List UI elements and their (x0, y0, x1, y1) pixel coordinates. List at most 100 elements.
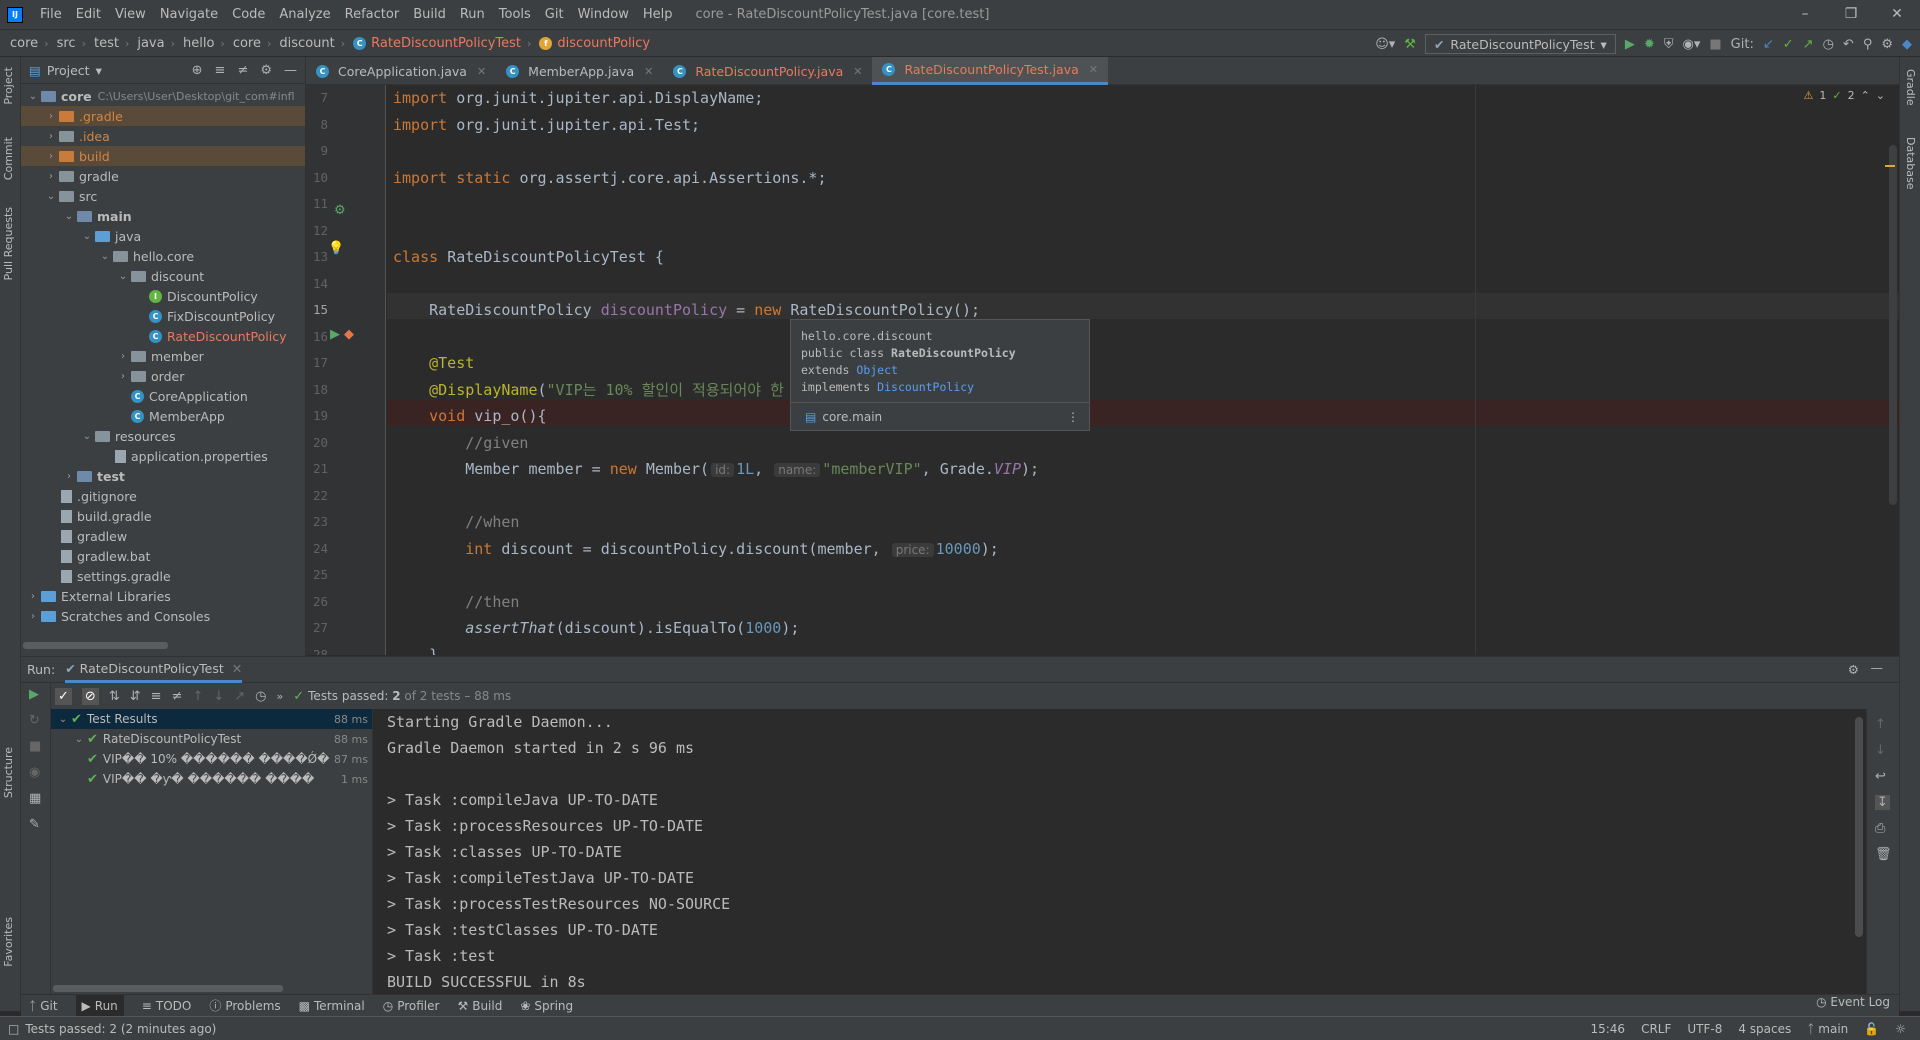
vtab-commit[interactable]: Commit (2, 137, 15, 180)
file-encoding[interactable]: UTF-8 (1687, 1022, 1722, 1036)
expand-all-icon[interactable]: ≡ (151, 689, 162, 704)
jetbrains-toolbox-icon[interactable]: ◆ (1902, 37, 1912, 52)
tree-item[interactable]: ⌄ src (21, 186, 305, 206)
test-tree-item[interactable]: ⌄ ✔ Test Results 88 ms (51, 709, 372, 729)
menu-item-run[interactable]: Run (453, 7, 492, 22)
menu-item-refactor[interactable]: Refactor (338, 7, 407, 22)
more-icon[interactable]: » (277, 690, 284, 703)
pin-icon[interactable]: ✎ (29, 817, 40, 832)
tree-item[interactable]: C FixDiscountPolicy (21, 306, 305, 326)
tree-item[interactable]: ⌄ core C:\Users\User\Desktop\git_com#infl (21, 86, 305, 106)
tree-item[interactable]: › member (21, 346, 305, 366)
coverage-icon[interactable]: ⛨ (1664, 37, 1674, 52)
bottom-tab-spring[interactable]: ❀ Spring (520, 999, 573, 1013)
tree-item[interactable]: › build (21, 146, 305, 166)
breadcrumb-item[interactable]: test › (90, 36, 133, 51)
tree-item[interactable]: C MemberApp (21, 406, 305, 426)
bottom-tab-build[interactable]: ⚒ Build (457, 999, 502, 1013)
menu-item-edit[interactable]: Edit (69, 7, 108, 22)
editor-tab[interactable]: C RateDiscountPolicyTest.java ✕ (872, 57, 1108, 85)
menu-item-code[interactable]: Code (225, 7, 272, 22)
tree-item[interactable]: › gradle (21, 166, 305, 186)
editor-scrollbar[interactable] (1889, 145, 1897, 505)
tree-item[interactable]: ⌄ hello.core (21, 246, 305, 266)
horizontal-scrollbar[interactable] (23, 642, 168, 649)
breadcrumb-item[interactable]: C RateDiscountPolicyTest › (349, 36, 535, 51)
prev-test-icon[interactable]: ↑ (192, 689, 203, 704)
project-panel-title[interactable]: Project (47, 63, 90, 78)
tree-item[interactable]: › order (21, 366, 305, 386)
tree-item[interactable]: ⌄ resources (21, 426, 305, 446)
history-icon[interactable]: ◷ (1823, 37, 1834, 52)
line-separator[interactable]: CRLF (1641, 1022, 1671, 1036)
git-commit-icon[interactable]: ✓ (1783, 37, 1794, 52)
menu-item-view[interactable]: View (108, 7, 153, 22)
chevron-down-icon[interactable]: ⌄ (1876, 89, 1885, 102)
tree-item[interactable]: .gitignore (21, 486, 305, 506)
lock-icon[interactable]: 🔓 (1864, 1022, 1879, 1036)
show-ignored-icon[interactable]: ⊘ (81, 687, 99, 705)
test-method-run-icon[interactable]: ▶ (330, 327, 340, 342)
vtab-structure[interactable]: Structure (2, 747, 15, 798)
menu-item-tools[interactable]: Tools (492, 7, 538, 22)
rerun-icon[interactable]: ▶ (29, 687, 39, 702)
test-class-run-icon[interactable]: ⚙ (334, 203, 346, 218)
event-log[interactable]: ◷ Event Log (1816, 995, 1890, 1009)
trash-icon[interactable]: 🗑 (1875, 847, 1892, 862)
breadcrumb-item[interactable]: discount › (275, 36, 349, 51)
notifications-icon[interactable]: ☼ (1895, 1022, 1906, 1036)
history-icon[interactable]: ◷ (255, 689, 266, 704)
search-icon[interactable]: ⚲ (1863, 37, 1873, 52)
rerun-failed-icon[interactable]: ↻ (29, 713, 40, 728)
chevron-up-icon[interactable]: ⌃ (1861, 89, 1870, 102)
bottom-tab-terminal[interactable]: ▩ Terminal (299, 999, 365, 1013)
menu-item-git[interactable]: Git (538, 7, 571, 22)
tree-item[interactable]: C RateDiscountPolicy (21, 326, 305, 346)
breadcrumb-item[interactable]: core › (229, 36, 276, 51)
tree-item[interactable]: › .gradle (21, 106, 305, 126)
chevron-down-icon[interactable]: ▾ (96, 63, 102, 78)
bottom-tab-problems[interactable]: ⓘ Problems (209, 997, 280, 1014)
tree-item[interactable]: › Scratches and Consoles (21, 606, 305, 626)
test-tree-item[interactable]: ✔ VIP�� �ƴ� ������ ���� 1 ms (51, 769, 372, 789)
run-icon[interactable]: ▶ (1625, 37, 1635, 52)
popup-extends-link[interactable]: Object (856, 363, 898, 377)
test-tree-item[interactable]: ✔ VIP�� 10% ������ ����Ǿ� 87 ms (51, 749, 372, 769)
breakpoint-icon[interactable]: ◆ (344, 327, 354, 342)
console-output[interactable]: Starting Gradle Daemon... Gradle Daemon s… (373, 709, 1866, 995)
tree-item[interactable]: gradlew.bat (21, 546, 305, 566)
indent-setting[interactable]: 4 spaces (1738, 1022, 1791, 1036)
menu-item-navigate[interactable]: Navigate (153, 7, 225, 22)
tree-item[interactable]: › .idea (21, 126, 305, 146)
rollback-icon[interactable]: ↶ (1843, 37, 1854, 52)
hide-icon[interactable]: — (1871, 660, 1884, 675)
settings-gear-icon[interactable]: ⚙ (1881, 37, 1893, 52)
menu-item-analyze[interactable]: Analyze (272, 7, 337, 22)
vtab-pull-requests[interactable]: Pull Requests (2, 207, 15, 280)
soft-wrap-icon[interactable]: ↩ (1875, 769, 1886, 784)
close-tab-icon[interactable]: ✕ (232, 661, 242, 676)
show-passed-icon[interactable]: ✓ (55, 687, 72, 705)
breadcrumb-item[interactable]: src › (53, 36, 90, 51)
git-push-icon[interactable]: ↗ (1803, 37, 1814, 52)
gear-icon[interactable]: ⚙ (1848, 662, 1859, 677)
run-configuration-select[interactable]: ✔ RateDiscountPolicyTest ▾ (1424, 34, 1616, 54)
vtab-gradle[interactable]: Gradle (1904, 69, 1917, 106)
stop-icon[interactable]: ■ (1709, 37, 1721, 52)
minimize-icon[interactable]: – (1782, 0, 1828, 29)
tree-item[interactable]: › test (21, 466, 305, 486)
scroll-up-icon[interactable]: ↑ (1875, 717, 1886, 732)
menu-item-build[interactable]: Build (406, 7, 453, 22)
next-test-icon[interactable]: ↓ (213, 689, 224, 704)
scroll-to-end-icon[interactable]: ↧ (1875, 795, 1890, 810)
bottom-tab-profiler[interactable]: ◷ Profiler (383, 999, 440, 1013)
breadcrumb-item[interactable]: f discountPolicy (535, 36, 654, 51)
vtab-project[interactable]: Project (2, 67, 15, 105)
sort-duration-icon[interactable]: ⇵ (130, 689, 141, 704)
bottom-tab-git[interactable]: ᛏ Git (29, 999, 58, 1013)
bottom-tab-run[interactable]: ▶ Run (75, 994, 124, 1017)
menu-item-help[interactable]: Help (636, 7, 680, 22)
locate-icon[interactable]: ⊕ (192, 63, 203, 78)
collapse-all-icon[interactable]: ≠ (172, 689, 183, 704)
breadcrumb-item[interactable]: java › (133, 36, 179, 51)
